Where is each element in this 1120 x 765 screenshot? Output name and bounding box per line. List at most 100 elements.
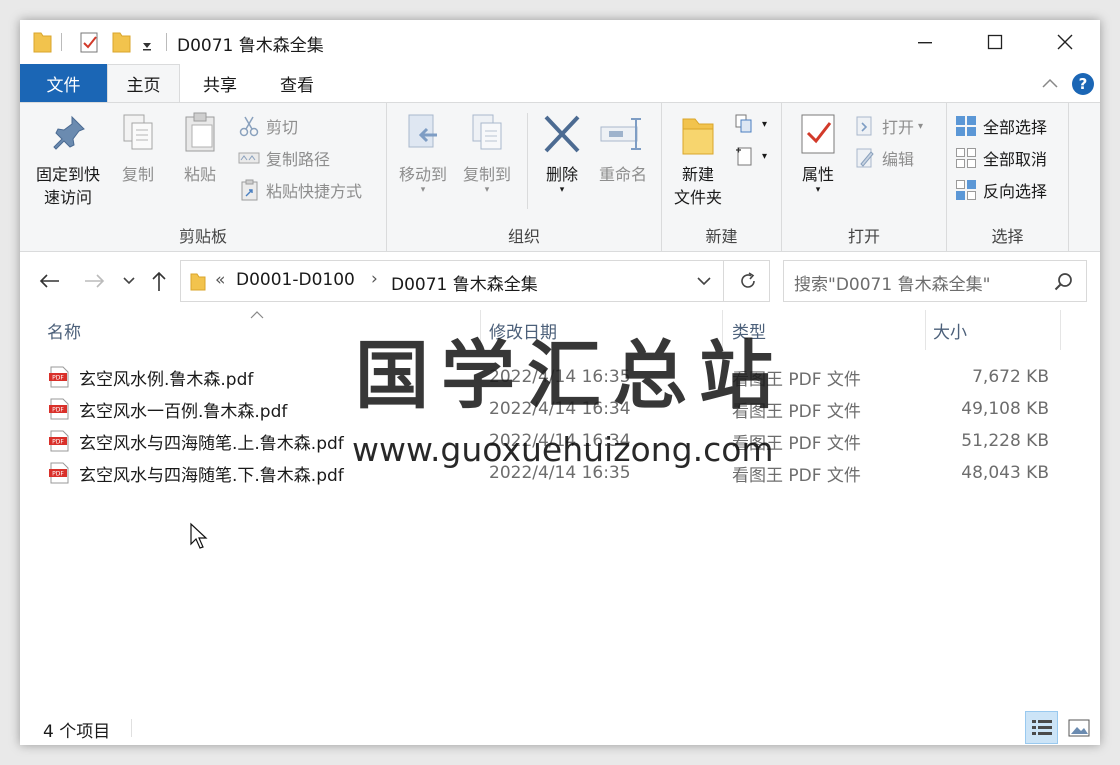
group-label-new: 新建 [705,227,738,246]
copy-to-button[interactable]: 复制到 ▾ [455,111,519,195]
recent-locations-button[interactable] [118,264,140,298]
column-divider[interactable] [1060,310,1061,350]
up-arrow-icon [152,271,166,291]
ribbon-home: 固定到快 速访问 复制 粘贴 剪切 复制路径 粘贴快捷方式 剪贴板 移动到 ▾ … [20,102,1100,252]
paste-shortcut-icon [241,179,258,201]
breadcrumb-separator-icon[interactable]: › [371,269,378,289]
refresh-button[interactable] [728,261,768,301]
address-bar[interactable]: « D0001-D0100 › D0071 鲁木森全集 [180,260,770,302]
ribbon-tab-bar: 文件 主页 共享 查看 ? [20,64,1100,102]
rename-icon [600,118,641,150]
invert-selection-button[interactable]: 反向选择 [955,177,1047,203]
scissors-icon [239,116,259,137]
easy-access-icon [736,147,752,166]
tab-view[interactable]: 查看 [262,64,332,102]
file-name: 玄空风水与四海随笔.下.鲁木森.pdf [79,465,344,486]
address-dropdown-button[interactable] [686,261,722,301]
column-header-name[interactable]: 名称 [47,310,81,350]
breadcrumb-item[interactable]: D0001-D0100 [236,270,355,290]
new-item-icon [735,114,752,133]
qa-divider [61,33,62,51]
mouse-cursor-icon [190,522,208,549]
help-icon[interactable]: ? [1071,72,1095,96]
pin-label-line1: 固定到快 [35,165,100,184]
breadcrumb-overflow[interactable]: « [215,270,225,290]
pin-quick-access-button[interactable]: 固定到快 速访问 [28,111,108,209]
back-arrow-icon [39,274,59,288]
close-button[interactable] [1030,20,1100,64]
select-all-icon [956,116,976,136]
copy-path-label: 复制路径 [266,150,331,169]
watermark-title: 国学汇总站 [355,333,785,419]
paste-shortcut-button[interactable]: 粘贴快捷方式 [238,177,362,203]
pdf-file-icon: PDF [49,430,69,452]
watermark-url: www.guoxuehuizong.com [352,430,774,469]
title-bar: D0071 鲁木森全集 [20,20,1100,64]
large-icons-view-button[interactable] [1062,711,1095,744]
file-size: 7,672 KB [972,367,1049,387]
copy-path-button[interactable]: 复制路径 [238,145,330,171]
large-icons-view-icon [1068,719,1089,736]
new-folder-button[interactable]: 新建 文件夹 [664,111,732,209]
new-folder-icon[interactable] [111,30,131,54]
details-view-button[interactable] [1025,711,1058,744]
select-none-button[interactable]: 全部取消 [955,145,1047,171]
delete-button[interactable]: 删除 ▾ [537,111,587,195]
open-icon [856,116,872,136]
properties-check-icon[interactable] [78,30,100,54]
new-item-dropdown-icon: ▾ [762,118,768,130]
chevron-down-icon [697,277,711,286]
properties-icon [801,114,835,154]
back-button[interactable] [34,264,64,298]
group-clipboard: 固定到快 速访问 复制 粘贴 剪切 复制路径 粘贴快捷方式 剪贴板 [20,103,387,251]
tab-file[interactable]: 文件 [20,64,107,102]
select-none-label: 全部取消 [983,150,1048,169]
new-item-button[interactable]: ▾ [734,111,767,137]
column-header-size[interactable]: 大小 [933,310,967,350]
copy-to-label: 复制到 [462,165,511,184]
up-button[interactable] [146,264,172,298]
collapse-ribbon-icon[interactable] [1041,77,1059,89]
minimize-icon [918,42,932,44]
move-to-dropdown-icon: ▾ [420,185,426,195]
properties-dropdown-icon: ▾ [815,185,821,195]
maximize-button[interactable] [960,20,1030,64]
minimize-button[interactable] [890,20,960,64]
breadcrumb-item[interactable]: D0071 鲁木森全集 [391,270,538,295]
copy-label: 复制 [121,165,154,184]
paste-button[interactable]: 粘贴 [172,111,228,186]
copy-to-dropdown-icon: ▾ [484,185,490,195]
invert-selection-icon [956,180,976,200]
easy-access-button[interactable]: ▾ [734,143,767,169]
tab-share[interactable]: 共享 [185,64,255,102]
group-new: 新建 文件夹 ▾ ▾ 新建 [662,103,782,251]
open-label: 打开 [882,118,915,137]
new-folder-icon [682,118,714,155]
search-placeholder: 搜索"D0071 鲁木森全集" [794,275,991,295]
rename-button[interactable]: 重命名 [589,111,657,186]
refresh-icon [741,272,755,288]
delete-x-icon [544,115,580,153]
open-button[interactable]: 打开 ▾ [854,113,923,139]
cut-label: 剪切 [266,118,299,137]
move-to-button[interactable]: 移动到 ▾ [391,111,455,195]
cut-button[interactable]: 剪切 [238,113,298,139]
explorer-window: D0071 鲁木森全集 文件 主页 共享 查看 ? 固定到快 速访问 复制 粘贴… [20,20,1100,745]
copy-button[interactable]: 复制 [110,111,166,186]
select-none-icon [956,148,976,168]
edit-pencil-icon [856,148,874,168]
search-input[interactable]: 搜索"D0071 鲁木森全集" [783,260,1087,302]
search-icon[interactable] [1054,272,1074,292]
svg-text:PDF: PDF [52,471,64,478]
chevron-down-icon[interactable] [140,30,154,54]
column-divider[interactable] [925,310,926,350]
rename-label: 重命名 [598,165,647,184]
maximize-icon [987,34,1003,50]
properties-label: 属性 [801,165,834,184]
forward-button[interactable] [80,264,110,298]
properties-button[interactable]: 属性 ▾ [790,111,846,195]
select-all-button[interactable]: 全部选择 [955,113,1047,139]
edit-button[interactable]: 编辑 [854,145,914,171]
pin-icon [53,115,85,150]
tab-home[interactable]: 主页 [107,64,180,102]
